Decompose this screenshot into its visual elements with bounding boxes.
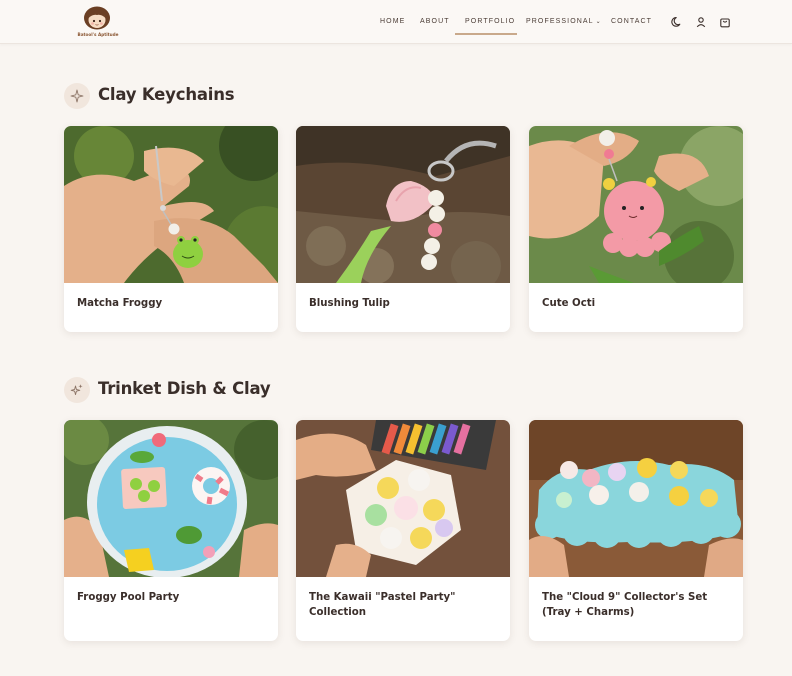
site-logo[interactable]: Batool's Aptitude <box>78 6 118 40</box>
nav-home[interactable]: HOME <box>380 18 405 25</box>
nav-about[interactable]: ABOUT <box>420 18 450 25</box>
sparkles-icon <box>64 377 90 403</box>
logo-girl-icon <box>84 6 110 30</box>
nav-professional[interactable]: PROFESSIONAL ⌄ <box>526 18 602 25</box>
card-title: Froggy Pool Party <box>77 592 180 603</box>
product-photo <box>529 126 743 283</box>
moon-icon[interactable] <box>671 16 683 28</box>
card-title: Blushing Tulip <box>309 298 390 309</box>
portfolio-card-cloud-9-collector-set[interactable]: The "Cloud 9" Collector's Set (Tray + Ch… <box>529 420 743 641</box>
portfolio-card-cute-octi[interactable]: Cute Octi <box>529 126 743 332</box>
chevron-down-icon: ⌄ <box>595 19 602 25</box>
product-photo <box>296 420 510 577</box>
card-title: The Kawaii "Pastel Party" Collection <box>309 592 456 618</box>
card-title: The "Cloud 9" Collector's Set (Tray + Ch… <box>542 592 708 618</box>
product-photo <box>296 126 510 283</box>
user-icon[interactable] <box>695 16 707 28</box>
nav-professional-label: PROFESSIONAL <box>526 18 594 25</box>
nav-contact[interactable]: CONTACT <box>611 18 652 25</box>
portfolio-card-matcha-froggy[interactable]: Matcha Froggy <box>64 126 278 332</box>
shopping-bag-icon[interactable] <box>719 16 731 28</box>
section-title-trinket-dish: Trinket Dish & Clay <box>98 379 271 398</box>
sparkle-icon <box>64 83 90 109</box>
product-photo <box>529 420 743 577</box>
section-title-keychains: Clay Keychains <box>98 85 235 104</box>
active-nav-underline <box>455 33 517 35</box>
portfolio-card-blushing-tulip[interactable]: Blushing Tulip <box>296 126 510 332</box>
card-title: Cute Octi <box>542 298 596 309</box>
site-header: Batool's Aptitude HOME ABOUT PORTFOLIO P… <box>0 0 792 44</box>
card-title: Matcha Froggy <box>77 298 163 309</box>
portfolio-card-kawaii-pastel-party[interactable]: The Kawaii "Pastel Party" Collection <box>296 420 510 641</box>
product-photo <box>64 420 278 577</box>
product-photo <box>64 126 278 283</box>
portfolio-card-froggy-pool-party[interactable]: Froggy Pool Party <box>64 420 278 641</box>
logo-text: Batool's Aptitude <box>77 32 119 37</box>
nav-portfolio[interactable]: PORTFOLIO <box>465 18 515 25</box>
